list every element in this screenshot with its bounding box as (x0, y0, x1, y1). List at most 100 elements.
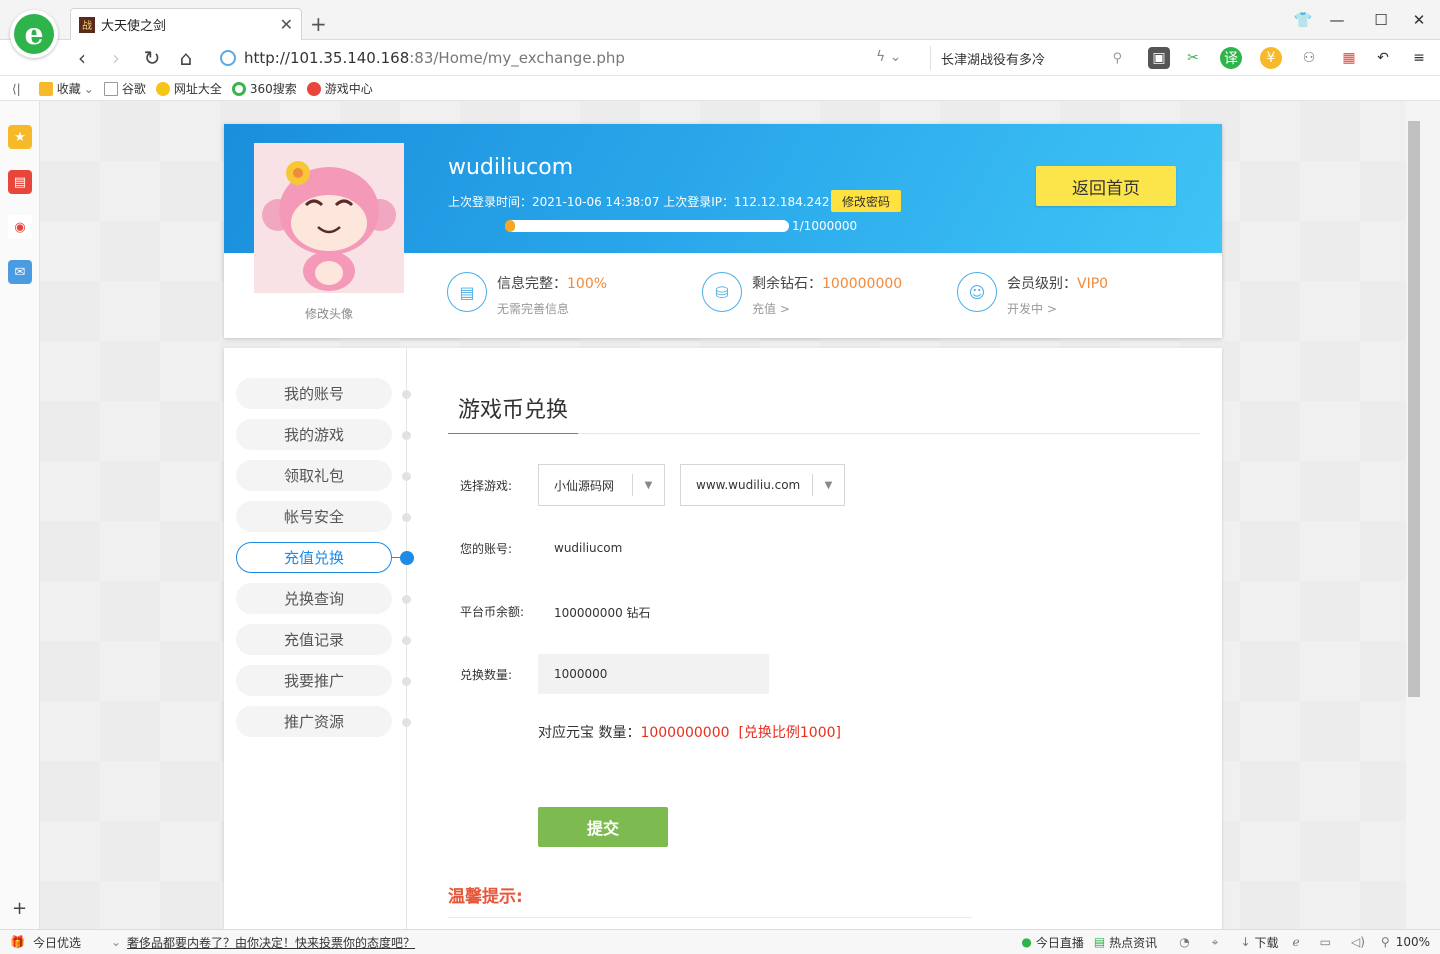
apps-icon[interactable]: ▦ (1338, 47, 1360, 69)
close-window-icon[interactable]: ✕ (1404, 8, 1434, 32)
live-link[interactable]: 今日直播 (1036, 934, 1084, 951)
gift-icon: 🎁 (10, 935, 25, 949)
result-ratio: [兑换比例1000] (738, 725, 841, 741)
menu-item[interactable]: 我要推广 (236, 665, 392, 696)
change-password-button[interactable]: 修改密码 (831, 190, 901, 212)
avatar[interactable] (254, 143, 404, 293)
search-icon[interactable]: ⚲ (1112, 51, 1122, 66)
search-text: 长津湖战役有多冷 (941, 52, 1046, 68)
browser-logo[interactable]: e (10, 10, 58, 58)
pin-icon[interactable]: ⌖ (1212, 935, 1219, 950)
bookmark-sites[interactable]: 网址大全 (155, 80, 222, 97)
screenshot-icon[interactable]: ⚇ (1298, 47, 1320, 69)
url-path: :83/Home/my_exchange.php (409, 49, 625, 67)
volume-icon[interactable]: ◁) (1351, 935, 1365, 949)
favorites-icon[interactable]: ★ (8, 125, 32, 149)
game-select[interactable]: 小仙源码网 ▼ (538, 464, 665, 506)
scissors-icon[interactable]: ✂ (1182, 47, 1204, 69)
bookmark-360search[interactable]: 360搜索 (231, 80, 297, 97)
progress-text: 1/1000000 (792, 219, 858, 233)
submit-button[interactable]: 提交 (538, 807, 668, 847)
weibo-icon[interactable]: ◉ (8, 215, 32, 239)
username: wudiliucom (448, 155, 574, 180)
document-icon: ▤ (447, 272, 487, 312)
reader-icon[interactable]: ▣ (1148, 47, 1170, 69)
database-icon: ⛁ (702, 272, 742, 312)
section-divider (448, 433, 1200, 434)
return-home-button[interactable]: 返回首页 (1036, 166, 1176, 206)
server-select-value: www.wudiliu.com (696, 478, 801, 492)
back-icon[interactable]: ‹ (70, 46, 94, 70)
address-bar[interactable]: http://101.35.140.168:83/Home/my_exchang… (212, 46, 922, 70)
add-dock-icon[interactable]: + (12, 898, 27, 919)
download-link[interactable]: 下载 (1255, 934, 1279, 951)
recharge-link[interactable]: 充值 > (752, 300, 902, 317)
minimize-icon[interactable]: — (1322, 8, 1352, 32)
browser-logo-icon: e (14, 14, 54, 54)
menu-item[interactable]: 我的账号 (236, 378, 392, 409)
bookmark-label: 收藏 (56, 82, 81, 96)
game-label: 选择游戏: (460, 479, 513, 493)
daily-picks[interactable]: 今日优选 (33, 934, 81, 951)
window-icon[interactable]: ▭ (1320, 935, 1331, 949)
developing-link[interactable]: 开发中 > (1007, 300, 1108, 317)
menu-icon[interactable]: ≡ (1408, 47, 1430, 69)
menu-item[interactable]: 我的游戏 (236, 419, 392, 450)
menu-item[interactable]: 推广资源 (236, 706, 392, 737)
hot-news-link[interactable]: 热点资讯 (1109, 934, 1157, 951)
menu-item[interactable]: 帐号安全 (236, 501, 392, 532)
zoom-level[interactable]: 100% (1396, 935, 1430, 949)
bookmark-label: 游戏中心 (324, 82, 373, 96)
bookmark-google[interactable]: 谷歌 (103, 80, 146, 97)
bookmark-label: 谷歌 (121, 82, 146, 96)
menu-item[interactable]: 兑换查询 (236, 583, 392, 614)
tab-title: 大天使之剑 (101, 19, 167, 34)
user-icon: ☺ (957, 272, 997, 312)
stat-label: 剩余钻石： (752, 276, 822, 292)
scrollbar[interactable] (1406, 101, 1440, 929)
undo-icon[interactable]: ↶ (1372, 47, 1394, 69)
tab-close-icon[interactable]: ✕ (280, 15, 293, 34)
coupon-icon[interactable]: ¥ (1260, 47, 1282, 69)
tab-favicon-icon: 战 (79, 16, 95, 33)
refresh-icon[interactable]: ↻ (140, 46, 164, 70)
bookmark-favorites[interactable]: 收藏 ⌄ (38, 80, 94, 97)
mail-icon[interactable]: ✉ (8, 260, 32, 284)
menu-dot (402, 390, 411, 399)
tips-divider (448, 917, 972, 918)
news-ticker[interactable]: 奢侈品都要内卷了？由你决定！快来投票你的态度吧？ (127, 934, 415, 951)
skin-icon[interactable]: 👕 (1288, 8, 1318, 32)
menu-dot-active (400, 551, 414, 565)
maximize-icon[interactable]: ☐ (1366, 8, 1396, 32)
speed-icon[interactable]: ◔ (1179, 935, 1189, 949)
tab-active[interactable]: 战 大天使之剑 ✕ (70, 8, 302, 40)
search-input[interactable]: 长津湖战役有多冷 ⚲ (930, 46, 1130, 70)
scrollbar-thumb[interactable] (1408, 121, 1420, 697)
forward-icon[interactable]: › (104, 46, 128, 70)
menu-item[interactable]: 充值兑换 (236, 542, 392, 573)
new-tab-icon[interactable]: + (310, 12, 327, 36)
menu-dot (402, 513, 411, 522)
login-info: 上次登录时间：2021-10-06 14:38:07 上次登录IP：112.12… (448, 195, 830, 209)
quantity-input[interactable]: 1000000 (538, 654, 769, 694)
server-select[interactable]: www.wudiliu.com ▼ (680, 464, 845, 506)
menu-dot (402, 636, 411, 645)
menu-dot (402, 595, 411, 604)
home-icon[interactable]: ⌂ (174, 46, 198, 70)
menu-item[interactable]: 领取礼包 (236, 460, 392, 491)
status-bar: 🎁 今日优选 ⌄ 奢侈品都要内卷了？由你决定！快来投票你的态度吧？ ● 今日直播… (0, 929, 1440, 954)
bookmark-games[interactable]: 游戏中心 (306, 80, 373, 97)
translate-icon[interactable]: 译 (1220, 47, 1242, 69)
news-icon[interactable]: ▤ (8, 170, 32, 194)
zoom-icon: ⚲ (1380, 935, 1390, 949)
browser-e-icon[interactable]: ℯ (1293, 935, 1300, 949)
balance-label: 平台币余额: (460, 605, 525, 619)
menu-dot (402, 677, 411, 686)
menu-item[interactable]: 充值记录 (236, 624, 392, 655)
stat-diamonds: ⛁ 剩余钻石：100000000 充值 > (702, 272, 902, 317)
collapse-sidebar-icon[interactable]: ⟨| (12, 82, 21, 96)
speed-mode-icon[interactable]: ϟ ⌄ (876, 49, 901, 65)
stat-sub: 无需完善信息 (497, 302, 570, 316)
change-avatar-link[interactable]: 修改头像 (254, 305, 404, 322)
result-value: 1000000000 (640, 725, 730, 741)
